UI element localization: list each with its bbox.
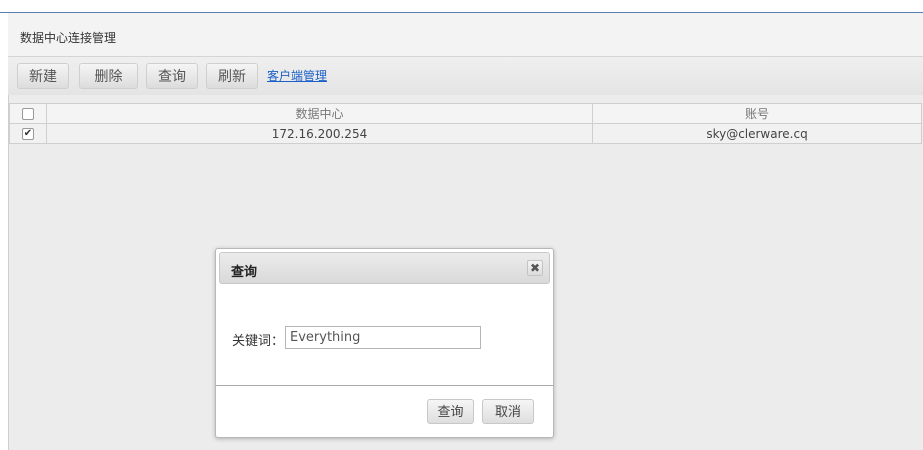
dialog-header: 查询 ✖ bbox=[219, 252, 550, 284]
table-row[interactable]: ✔ 172.16.200.254 sky@clerware.cq bbox=[9, 123, 922, 144]
query-button[interactable]: 查询 bbox=[146, 63, 198, 89]
row-select-cell[interactable]: ✔ bbox=[9, 123, 47, 144]
query-dialog: 查询 ✖ 关键词： 查询 取消 bbox=[215, 248, 554, 438]
datacenter-cell: 172.16.200.254 bbox=[46, 123, 593, 144]
keyword-label: 关键词： bbox=[232, 334, 285, 349]
column-header-datacenter[interactable]: 数据中心 bbox=[46, 103, 593, 124]
account-cell: sky@clerware.cq bbox=[592, 123, 922, 144]
toolbar: 新建 删除 查询 刷新 客户端管理 bbox=[8, 56, 923, 96]
new-button[interactable]: 新建 bbox=[17, 63, 69, 89]
table-header-row: 数据中心 账号 bbox=[9, 103, 922, 124]
column-header-account[interactable]: 账号 bbox=[592, 103, 922, 124]
dialog-query-button[interactable]: 查询 bbox=[427, 399, 474, 424]
select-all-cell[interactable] bbox=[9, 103, 47, 124]
close-icon[interactable]: ✖ bbox=[527, 260, 543, 276]
client-management-link[interactable]: 客户端管理 bbox=[267, 67, 327, 84]
delete-button[interactable]: 删除 bbox=[79, 63, 138, 89]
refresh-button[interactable]: 刷新 bbox=[206, 63, 258, 89]
dialog-cancel-button[interactable]: 取消 bbox=[482, 399, 534, 424]
keyword-input[interactable] bbox=[285, 326, 481, 349]
page-title: 数据中心连接管理 bbox=[20, 31, 117, 45]
datacenter-table: 数据中心 账号 ✔ 172.16.200.254 sky@clerware.cq bbox=[9, 103, 922, 144]
dialog-title: 查询 bbox=[231, 265, 258, 280]
page-header: 数据中心连接管理 bbox=[8, 13, 923, 56]
select-all-checkbox[interactable] bbox=[22, 108, 34, 120]
row-checkbox[interactable]: ✔ bbox=[22, 128, 34, 140]
dialog-divider bbox=[216, 385, 553, 386]
